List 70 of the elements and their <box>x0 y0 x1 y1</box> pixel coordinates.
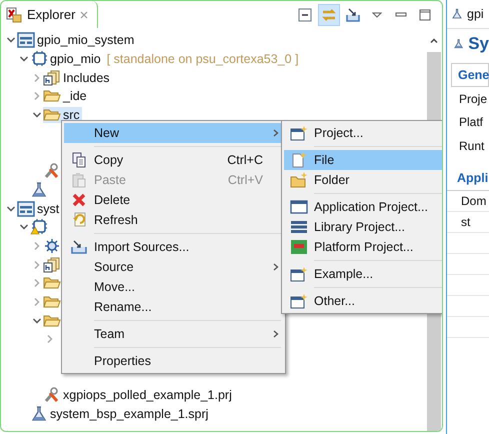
tree-item[interactable]: Includes <box>63 70 110 85</box>
table-cell: Dom <box>447 190 489 212</box>
field-label: Proje <box>458 90 488 108</box>
new-project-icon <box>290 266 308 282</box>
folder-icon <box>43 275 61 292</box>
includes-icon <box>43 70 61 86</box>
menu-item[interactable]: New <box>64 123 283 143</box>
tree-item[interactable]: xgpiops_polled_example_1.prj <box>63 388 232 402</box>
section-tab[interactable]: Gene <box>451 63 489 87</box>
menu-item[interactable]: Delete <box>64 190 283 210</box>
gear-icon <box>43 238 61 254</box>
flask-icon <box>451 8 463 20</box>
tree-item[interactable]: _ide <box>63 89 87 104</box>
menu-item[interactable]: Move... <box>64 277 283 297</box>
platform-project-icon <box>290 239 308 255</box>
field-label: Runt <box>458 138 486 155</box>
tree-item[interactable]: syst <box>37 202 60 216</box>
folder-icon <box>43 88 61 104</box>
chip-icon <box>30 51 48 68</box>
paste-icon <box>71 172 87 188</box>
menu-item[interactable]: Team <box>64 324 283 344</box>
tree-item[interactable]: gpio_mio_system <box>37 33 134 48</box>
flask-icon <box>30 406 48 422</box>
menu-item[interactable]: Other... <box>284 291 442 311</box>
menu-item[interactable]: Refresh <box>64 210 283 230</box>
expanded-chevron-icon[interactable] <box>32 316 42 326</box>
new-file-icon <box>290 152 308 168</box>
menu-item[interactable]: Properties <box>64 351 283 371</box>
new-folder-icon <box>290 172 308 188</box>
table-cell: st <box>447 212 489 232</box>
menu-item[interactable]: Folder <box>284 170 442 190</box>
menu-item[interactable]: Platform Project... <box>284 237 442 257</box>
explorer-tab[interactable]: Explorer <box>1 1 98 28</box>
menu-item[interactable]: Source <box>64 257 283 277</box>
section-title: Appli <box>447 166 489 190</box>
folder-icon <box>43 107 61 124</box>
target-note: [ standalone on psu_cortexa53_0 ] <box>106 52 299 66</box>
menu-item[interactable]: Library Project... <box>284 217 442 237</box>
delete-icon <box>71 192 87 208</box>
application-project-icon <box>290 199 308 215</box>
chip-warning-icon <box>30 219 48 236</box>
explorer-icon <box>5 6 23 24</box>
folder-icon <box>43 312 61 329</box>
tools-icon <box>43 163 61 180</box>
field-label: Platf <box>458 114 484 132</box>
menu-item[interactable]: Application Project... <box>284 197 442 217</box>
tree-item[interactable]: system_bsp_example_1.sprj <box>50 407 208 422</box>
close-icon[interactable] <box>79 10 90 20</box>
refresh-icon <box>71 212 87 228</box>
folder-icon <box>43 294 61 310</box>
includes-icon <box>43 256 61 273</box>
menu-item[interactable]: Example... <box>284 264 442 284</box>
library-project-icon <box>290 219 308 235</box>
editor-title: Sy <box>468 34 489 54</box>
menu-item[interactable]: Project... <box>284 123 442 143</box>
import-icon <box>71 239 87 255</box>
tools-icon <box>43 387 61 404</box>
new-project-icon <box>290 293 308 309</box>
menu-item[interactable]: Copy Ctrl+C <box>64 150 283 170</box>
menu-item[interactable]: File <box>284 150 442 170</box>
copy-icon <box>71 152 87 168</box>
system-project-icon <box>17 200 35 217</box>
editor-tab[interactable]: gpi <box>447 0 489 29</box>
new-project-icon <box>290 125 308 141</box>
system-project-icon <box>17 32 35 48</box>
menu-item[interactable]: Rename... <box>64 297 283 317</box>
tree-item[interactable]: gpio_mio <box>50 52 101 66</box>
menu-item[interactable]: Import Sources... <box>64 237 283 257</box>
flask-icon <box>30 182 48 198</box>
expanded-chevron-icon[interactable] <box>6 204 16 214</box>
